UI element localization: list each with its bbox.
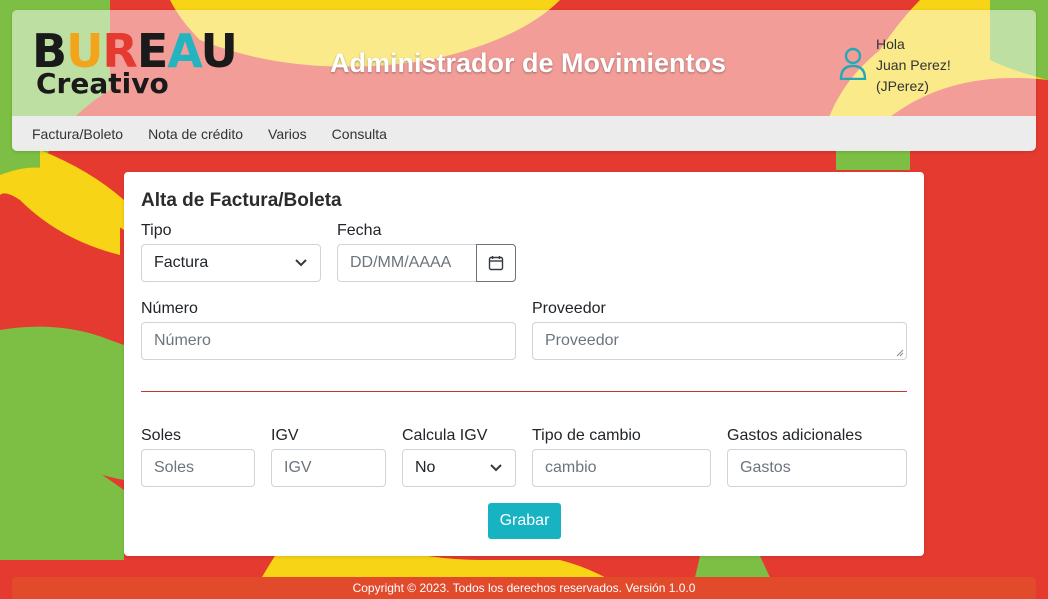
chevron-down-icon: [295, 259, 307, 267]
proveedor-field: Proveedor Proveedor: [532, 300, 907, 360]
nav-factura-boleto[interactable]: Factura/Boleto: [32, 126, 123, 142]
soles-placeholder: Soles: [154, 459, 195, 476]
save-button[interactable]: Grabar: [488, 503, 561, 539]
soles-input[interactable]: Soles: [141, 449, 255, 487]
user-icon: [839, 47, 867, 80]
proveedor-label: Proveedor: [532, 300, 606, 317]
igv-label: IGV: [271, 427, 299, 444]
gastos-label: Gastos adicionales: [727, 427, 863, 444]
soles-label: Soles: [141, 427, 182, 444]
igv-placeholder: IGV: [284, 459, 312, 476]
user-username: (JPerez): [876, 78, 929, 94]
fecha-input[interactable]: DD/MM/AAAA: [337, 244, 477, 282]
gastos-input[interactable]: Gastos: [727, 449, 907, 487]
header-card: BUREAU Creativo Administrador de Movimie…: [12, 10, 1036, 151]
tipo-cambio-placeholder: cambio: [545, 459, 597, 476]
numero-label: Número: [141, 300, 198, 317]
nav-consulta[interactable]: Consulta: [332, 126, 387, 142]
calendar-icon: [488, 256, 504, 271]
numero-input[interactable]: Número: [141, 322, 516, 360]
header-banner: BUREAU Creativo Administrador de Movimie…: [12, 10, 1036, 116]
calcula-igv-value: No: [415, 459, 436, 476]
section-divider: [141, 391, 907, 392]
invoice-form-card: Alta de Factura/Boleta Tipo Factura Fech…: [124, 172, 924, 556]
chevron-down-icon: [490, 464, 502, 472]
proveedor-textarea[interactable]: Proveedor: [532, 322, 907, 360]
user-name: Juan Perez!: [876, 57, 951, 73]
igv-input[interactable]: IGV: [271, 449, 386, 487]
tipo-select[interactable]: Factura: [141, 244, 321, 282]
user-greeting: Hola: [876, 36, 905, 52]
footer: Copyright © 2023. Todos los derechos res…: [12, 577, 1036, 599]
calendar-button[interactable]: [476, 244, 516, 282]
calcula-igv-label: Calcula IGV: [402, 427, 488, 444]
numero-placeholder: Número: [154, 332, 211, 349]
soles-field: Soles Soles: [141, 427, 255, 487]
gastos-field: Gastos adicionales Gastos: [727, 427, 907, 487]
proveedor-placeholder: Proveedor: [545, 332, 619, 349]
copyright-text: Copyright © 2023. Todos los derechos res…: [352, 581, 696, 595]
tipo-cambio-field: Tipo de cambio cambio: [532, 427, 711, 487]
calcula-igv-field: Calcula IGV No: [402, 427, 516, 487]
gastos-placeholder: Gastos: [740, 459, 791, 476]
numero-field: Número Número: [141, 300, 516, 360]
bureau-creativo-logo: BUREAU Creativo: [32, 28, 252, 108]
nav-varios[interactable]: Varios: [268, 126, 307, 142]
logo-subtitle: Creativo: [36, 67, 169, 100]
fecha-placeholder: DD/MM/AAAA: [350, 254, 452, 271]
igv-field: IGV IGV: [271, 427, 386, 487]
fecha-field: Fecha DD/MM/AAAA: [337, 222, 516, 282]
user-text: Hola Juan Perez! (JPerez): [876, 34, 951, 97]
resize-grip-icon[interactable]: [896, 349, 904, 357]
tipo-value: Factura: [154, 254, 209, 271]
tipo-cambio-input[interactable]: cambio: [532, 449, 711, 487]
user-info[interactable]: Hola Juan Perez! (JPerez): [838, 34, 1008, 98]
calcula-igv-select[interactable]: No: [402, 449, 516, 487]
fecha-label: Fecha: [337, 222, 382, 239]
tipo-field: Tipo Factura: [141, 222, 321, 282]
tipo-cambio-label: Tipo de cambio: [532, 427, 641, 444]
nav-nota-credito[interactable]: Nota de crédito: [148, 126, 243, 142]
main-nav: Factura/Boleto Nota de crédito Varios Co…: [12, 116, 1036, 151]
tipo-label: Tipo: [141, 222, 172, 239]
form-title: Alta de Factura/Boleta: [141, 190, 342, 211]
app-title: Administrador de Movimientos: [330, 48, 727, 78]
